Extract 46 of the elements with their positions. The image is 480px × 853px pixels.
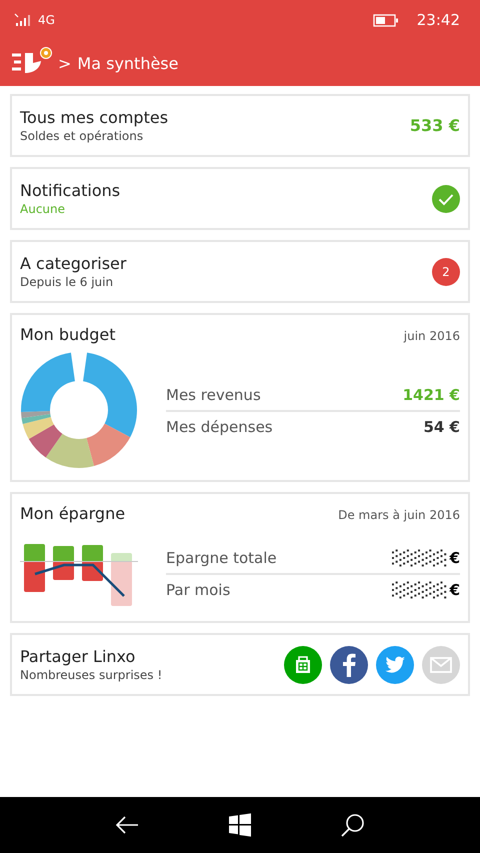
expense-bar xyxy=(111,561,132,606)
signal-icon xyxy=(14,13,32,27)
row-amount: 54 € xyxy=(423,418,460,436)
currency-symbol: € xyxy=(450,581,460,599)
network-label: 4G xyxy=(38,13,55,27)
card-title: Notifications xyxy=(20,181,120,200)
balance-amount: 533 € xyxy=(410,116,460,135)
breadcrumb-separator: > xyxy=(58,54,72,72)
savings-card[interactable]: Mon épargne De mars à juin 2016 Epargne totale € Par mois € xyxy=(10,492,470,623)
count-badge: 2 xyxy=(432,258,460,286)
row-label: Mes revenus xyxy=(166,386,261,404)
row-amount: 1421 € xyxy=(402,386,460,404)
income-bar xyxy=(24,544,45,562)
card-subtitle: Nombreuses surprises ! xyxy=(20,668,162,682)
page-title: Ma synthèse xyxy=(77,54,178,72)
card-title: Mon budget xyxy=(20,325,116,344)
notifications-card[interactable]: Notifications Aucune xyxy=(10,167,470,230)
card-title: Partager Linxo xyxy=(20,647,136,666)
card-subtitle: Depuis le 6 juin xyxy=(20,275,114,289)
windows-start-icon[interactable] xyxy=(228,813,252,837)
card-subtitle: Soldes et opérations xyxy=(20,129,144,143)
card-subtitle: Aucune xyxy=(20,202,66,216)
card-title: A categoriser xyxy=(20,254,126,273)
redacted-value xyxy=(392,549,448,567)
currency-symbol: € xyxy=(450,549,460,567)
income-bar xyxy=(82,545,103,562)
bird-share-icon[interactable] xyxy=(376,646,414,684)
row-label: Par mois xyxy=(166,581,230,599)
expense-bar xyxy=(24,561,45,592)
redacted-value xyxy=(392,581,448,599)
facebook-share-icon[interactable] xyxy=(330,646,368,684)
back-icon[interactable] xyxy=(114,815,140,835)
budget-card[interactable]: Mon budget juin 2016 Mes revenus 1421 € Mes dépenses 54 € xyxy=(10,313,470,482)
row-label: Epargne totale xyxy=(166,549,277,567)
card-title: Tous mes comptes xyxy=(20,108,168,127)
search-icon[interactable] xyxy=(340,812,366,838)
period-label: De mars à juin 2016 xyxy=(338,508,460,522)
period-label: juin 2016 xyxy=(404,329,460,343)
card-title: Mon épargne xyxy=(20,504,126,523)
store-share-icon[interactable] xyxy=(284,646,322,684)
accounts-card[interactable]: Tous mes comptes Soldes et opérations 533 € xyxy=(10,94,470,157)
income-bar xyxy=(53,546,74,562)
battery-icon xyxy=(372,14,399,26)
clock: 23:42 xyxy=(416,11,460,29)
row-label: Mes dépenses xyxy=(166,418,273,436)
categorize-card[interactable]: A categoriser Depuis le 6 juin 2 xyxy=(10,240,470,303)
